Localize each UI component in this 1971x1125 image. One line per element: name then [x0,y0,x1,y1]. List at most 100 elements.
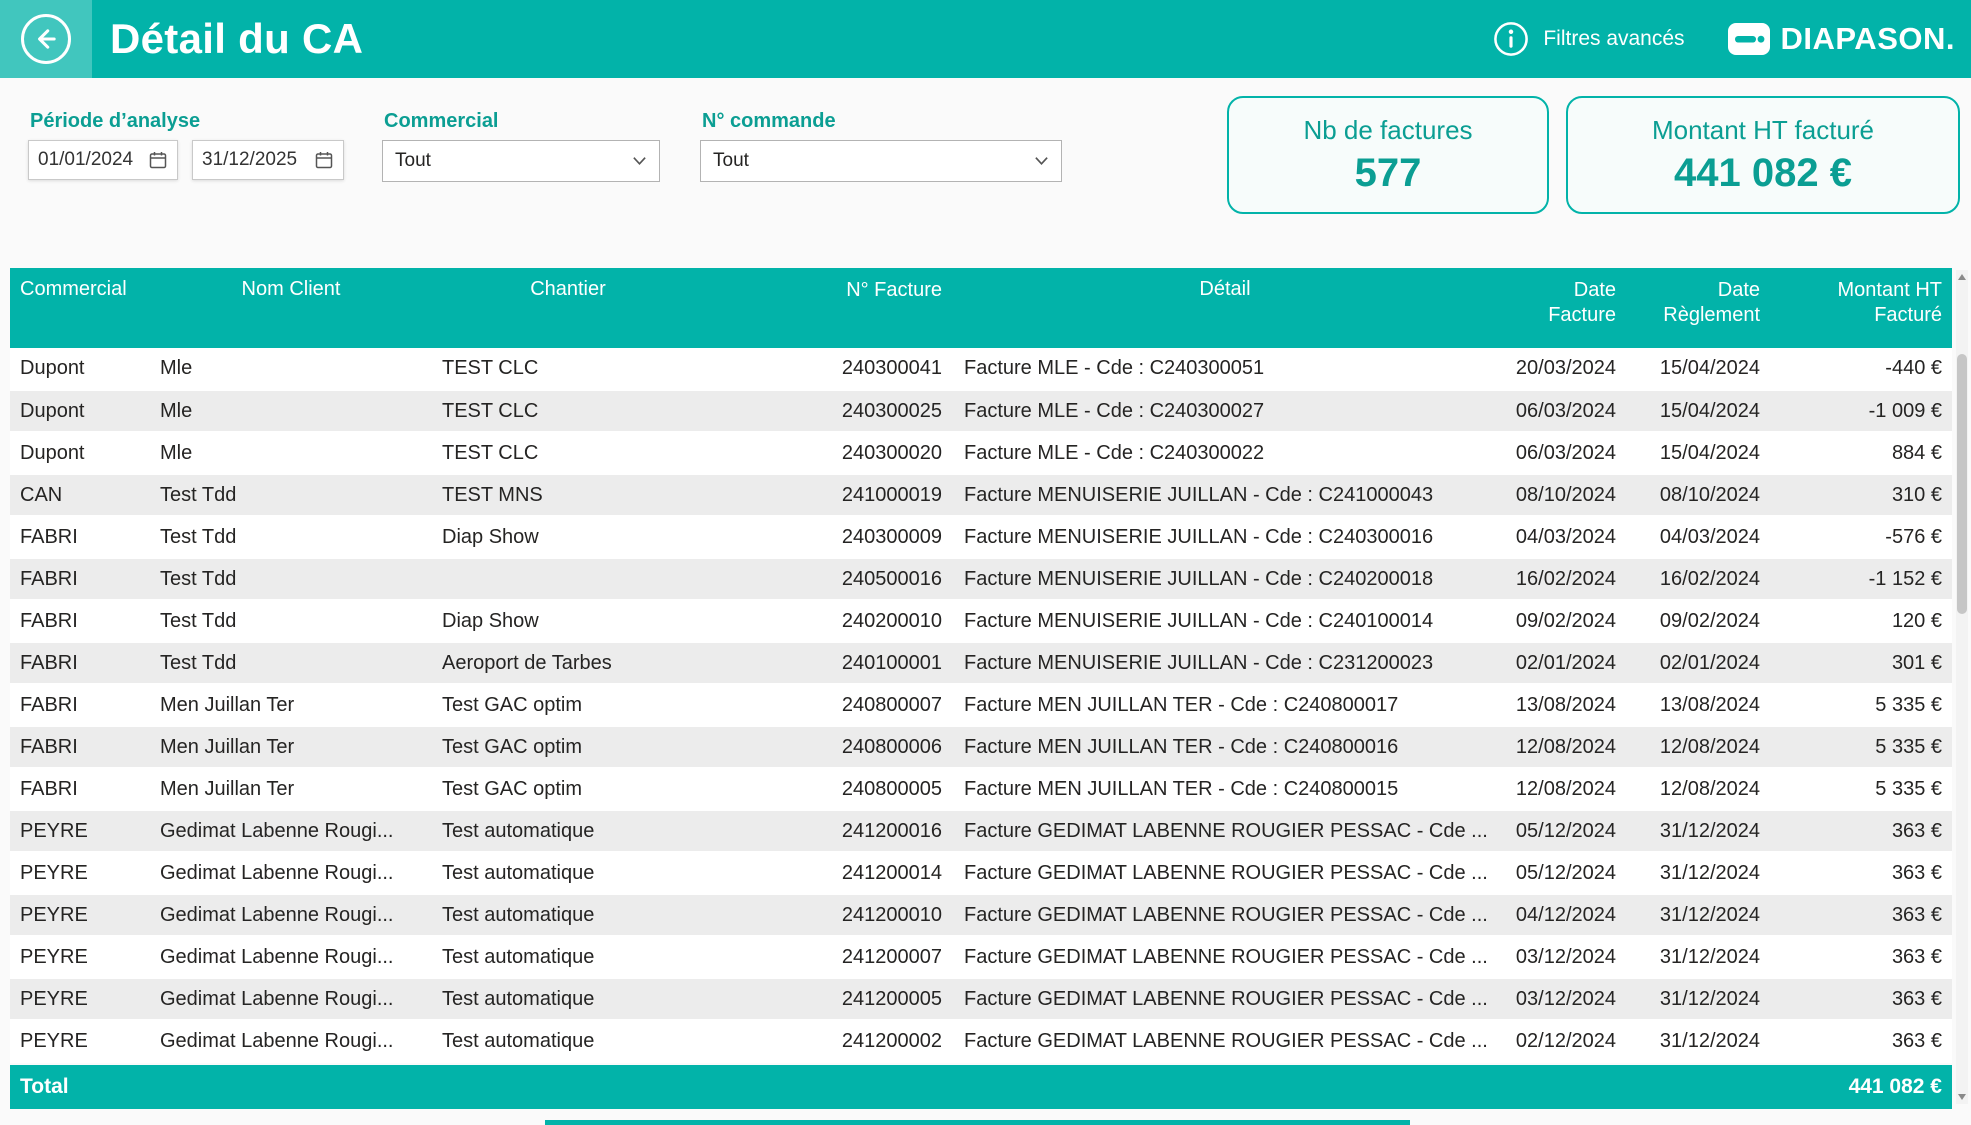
cell-client: Gedimat Labenne Rougi... [150,852,432,894]
cell-chantier [432,558,704,600]
cell-client: Gedimat Labenne Rougi... [150,1020,432,1062]
table-row[interactable]: PEYREGedimat Labenne Rougi...Test automa… [10,810,1952,852]
cell-facture: 240300020 [704,432,952,474]
cell-commercial: FABRI [10,768,150,810]
cell-client: Gedimat Labenne Rougi... [150,936,432,978]
column-header-n-facture-label: N° Facture [846,279,942,301]
cell-montant: -576 € [1770,516,1952,558]
table-row[interactable]: FABRIMen Juillan TerTest GAC optim240800… [10,684,1952,726]
cell-montant: -1 152 € [1770,558,1952,600]
total-row: Total 441 082 € [10,1065,1952,1109]
cell-detail: Facture GEDIMAT LABENNE ROUGIER PESSAC -… [952,1020,1498,1062]
table-row[interactable]: PEYREGedimat Labenne Rougi...Test automa… [10,936,1952,978]
commercial-dropdown[interactable]: Tout [382,140,660,182]
column-header-date-reglement[interactable]: Date Règlement [1626,268,1770,348]
table-row[interactable]: PEYREGedimat Labenne Rougi...Test automa… [10,978,1952,1020]
column-header-date-facture-line2: Facture [1508,303,1616,328]
cell-commercial: PEYRE [10,1020,150,1062]
cell-commercial: PEYRE [10,852,150,894]
cell-client: Mle [150,390,432,432]
cell-date-facture: 02/01/2024 [1498,642,1626,684]
column-header-chantier[interactable]: Chantier [432,268,704,348]
cell-montant: 5 335 € [1770,768,1952,810]
cell-chantier: Aeroport de Tarbes [432,642,704,684]
cell-client: Mle [150,432,432,474]
table-row[interactable]: DupontMleTEST CLC240300041Facture MLE - … [10,348,1952,390]
cell-facture: 241200007 [704,936,952,978]
cell-date-facture: 20/03/2024 [1498,348,1626,390]
table-row[interactable]: FABRITest TddDiap Show240300009Facture M… [10,516,1952,558]
table-row[interactable]: FABRITest TddAeroport de Tarbes240100001… [10,642,1952,684]
cell-date-reglement: 31/12/2024 [1626,978,1770,1020]
cell-chantier: Test automatique [432,1020,704,1062]
app-header: Détail du CA Filtres avancés DIAPASON. [0,0,1971,78]
chevron-down-icon [632,156,647,166]
cell-montant: 884 € [1770,432,1952,474]
kpi-invoice-count-label: Nb de factures [1303,115,1472,146]
cell-client: Mle [150,348,432,390]
table-row[interactable]: FABRIMen Juillan TerTest GAC optim240800… [10,768,1952,810]
column-header-date-facture-line1: Date [1508,278,1616,303]
advanced-filters-label[interactable]: Filtres avancés [1543,27,1684,51]
cell-facture: 240300041 [704,348,952,390]
column-header-date-facture[interactable]: Date Facture [1498,268,1626,348]
period-filter-label: Période d’analyse [30,110,200,133]
table-row[interactable]: PEYREGedimat Labenne Rougi...Test automa… [10,852,1952,894]
calendar-icon[interactable] [148,150,168,170]
table-row[interactable]: PEYREGedimat Labenne Rougi...Test automa… [10,1020,1952,1062]
cell-client: Men Juillan Ter [150,726,432,768]
period-end-input[interactable]: 31/12/2025 [192,140,344,180]
cell-montant: 363 € [1770,936,1952,978]
cell-commercial: FABRI [10,684,150,726]
cell-chantier: Test automatique [432,852,704,894]
order-dropdown[interactable]: Tout [700,140,1062,182]
column-header-montant[interactable]: Montant HT Facturé [1770,268,1952,348]
cell-date-reglement: 12/08/2024 [1626,726,1770,768]
table-row[interactable]: PEYREGedimat Labenne Rougi...Test automa… [10,894,1952,936]
back-button[interactable] [0,0,92,78]
table-row[interactable]: FABRITest Tdd240500016Facture MENUISERIE… [10,558,1952,600]
chevron-down-icon [1034,156,1049,166]
column-header-nom-client[interactable]: Nom Client [150,268,432,348]
cell-facture: 241200010 [704,894,952,936]
calendar-icon[interactable] [314,150,334,170]
period-start-input[interactable]: 01/01/2024 [28,140,178,180]
column-header-detail[interactable]: Détail [952,268,1498,348]
cell-facture: 241200005 [704,978,952,1020]
cell-chantier: Test GAC optim [432,684,704,726]
scrollbar-thumb[interactable] [1957,354,1967,614]
cell-commercial: Dupont [10,348,150,390]
brand-logo: DIAPASON. [1727,21,1955,57]
table-row[interactable]: FABRIMen Juillan TerTest GAC optim240800… [10,726,1952,768]
info-button[interactable] [1493,21,1529,57]
cell-montant: 120 € [1770,600,1952,642]
cell-commercial: PEYRE [10,936,150,978]
table-row[interactable]: DupontMleTEST CLC240300025Facture MLE - … [10,390,1952,432]
table-header-row: Commercial Nom Client Chantier N° Factur… [10,268,1952,348]
cell-montant: 363 € [1770,852,1952,894]
cell-date-reglement: 31/12/2024 [1626,1020,1770,1062]
cell-detail: Facture MENUISERIE JUILLAN - Cde : C2312… [952,642,1498,684]
table-row[interactable]: FABRITest TddDiap Show240200010Facture M… [10,600,1952,642]
table-scrollbar-track[interactable] [1956,270,1968,1104]
cell-client: Men Juillan Ter [150,684,432,726]
column-header-montant-line1: Montant HT [1780,278,1942,303]
scroll-down-icon[interactable] [1958,1094,1966,1100]
scroll-up-icon[interactable] [1958,274,1966,280]
info-icon [1493,21,1529,57]
column-header-n-facture[interactable]: N° Facture [704,268,952,348]
table-row[interactable]: DupontMleTEST CLC240300020Facture MLE - … [10,432,1952,474]
cell-date-reglement: 13/08/2024 [1626,684,1770,726]
cell-date-reglement: 16/02/2024 [1626,558,1770,600]
cell-montant: -1 009 € [1770,390,1952,432]
cell-date-facture: 06/03/2024 [1498,432,1626,474]
cell-client: Test Tdd [150,558,432,600]
cell-detail: Facture MEN JUILLAN TER - Cde : C2408000… [952,768,1498,810]
cell-commercial: PEYRE [10,810,150,852]
cell-chantier: Test automatique [432,810,704,852]
cell-date-facture: 09/02/2024 [1498,600,1626,642]
column-header-commercial[interactable]: Commercial [10,268,150,348]
cell-montant: 310 € [1770,474,1952,516]
diapason-logo-icon [1727,22,1771,56]
table-row[interactable]: CANTest TddTEST MNS241000019Facture MENU… [10,474,1952,516]
